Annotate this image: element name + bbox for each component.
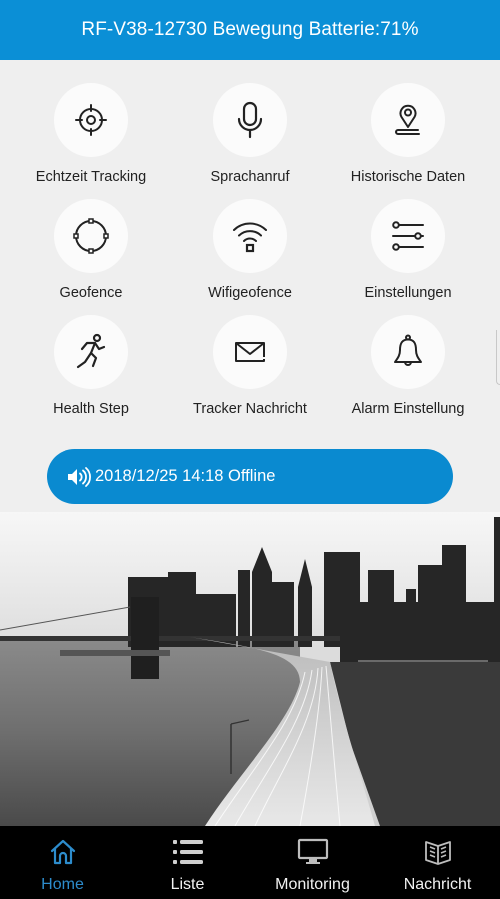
- tab-label: Liste: [170, 876, 205, 893]
- menu-item-sprachanruf[interactable]: Sprachanruf: [170, 83, 330, 193]
- feature-grid: Echtzeit Tracking Sprachanruf Historisch…: [0, 60, 500, 440]
- envelope-icon: [235, 342, 265, 362]
- geofence-circle-icon: [73, 218, 109, 254]
- book-icon: [424, 841, 451, 865]
- speaker-icon: [68, 466, 91, 487]
- menu-item-label: Tracker Nachricht: [193, 401, 307, 417]
- menu-item-label: Sprachanruf: [210, 169, 290, 185]
- home-icon: [50, 839, 75, 865]
- tab-nachricht[interactable]: Nachricht: [375, 826, 500, 899]
- menu-item-wifigeofence[interactable]: Wifigeofence: [170, 199, 330, 309]
- menu-item-alarm-einstellung[interactable]: Alarm Einstellung: [328, 315, 488, 425]
- menu-item-health-step[interactable]: Health Step: [11, 315, 171, 425]
- menu-item-label: Geofence: [59, 285, 123, 301]
- running-person-icon: [76, 333, 106, 369]
- menu-item-label: Alarm Einstellung: [351, 401, 465, 417]
- tab-monitoring[interactable]: Monitoring: [250, 826, 375, 899]
- crosshair-icon: [75, 104, 107, 136]
- wifi-icon: [233, 222, 267, 253]
- menu-item-echtzeit-tracking[interactable]: Echtzeit Tracking: [11, 83, 171, 193]
- tab-label: Nachricht: [403, 876, 472, 893]
- bell-icon: [394, 334, 422, 366]
- tab-home[interactable]: Home: [0, 826, 125, 899]
- status-banner[interactable]: 2018/12/25 14:18 Offline: [47, 449, 453, 504]
- menu-item-tracker-nachricht[interactable]: Tracker Nachricht: [170, 315, 330, 425]
- tab-label: Home: [41, 876, 84, 893]
- monitor-icon: [297, 838, 328, 864]
- sliders-icon: [392, 221, 424, 251]
- page-title: RF-V38-12730 Bewegung Batterie:71%: [81, 19, 419, 40]
- list-icon: [172, 840, 203, 864]
- status-text: 2018/12/25 14:18 Offline: [95, 467, 276, 485]
- bottom-tab-bar: Home Liste Monitoring Nachricht: [0, 826, 500, 899]
- tab-liste[interactable]: Liste: [125, 826, 250, 899]
- menu-item-historische-daten[interactable]: Historische Daten: [328, 83, 488, 193]
- menu-item-label: Wifigeofence: [208, 285, 292, 301]
- city-banner-image: [0, 512, 500, 826]
- scroll-indicator: [496, 330, 500, 385]
- tab-label: Monitoring: [275, 876, 350, 893]
- menu-item-label: Echtzeit Tracking: [35, 169, 147, 185]
- menu-item-label: Health Step: [53, 401, 129, 417]
- microphone-icon: [237, 101, 263, 139]
- title-bar: RF-V38-12730 Bewegung Batterie:71%: [0, 0, 500, 60]
- map-pin-path-icon: [395, 104, 420, 135]
- menu-item-geofence[interactable]: Geofence: [11, 199, 171, 309]
- menu-item-label: Einstellungen: [364, 285, 452, 301]
- menu-item-label: Historische Daten: [350, 169, 466, 185]
- menu-item-einstellungen[interactable]: Einstellungen: [328, 199, 488, 309]
